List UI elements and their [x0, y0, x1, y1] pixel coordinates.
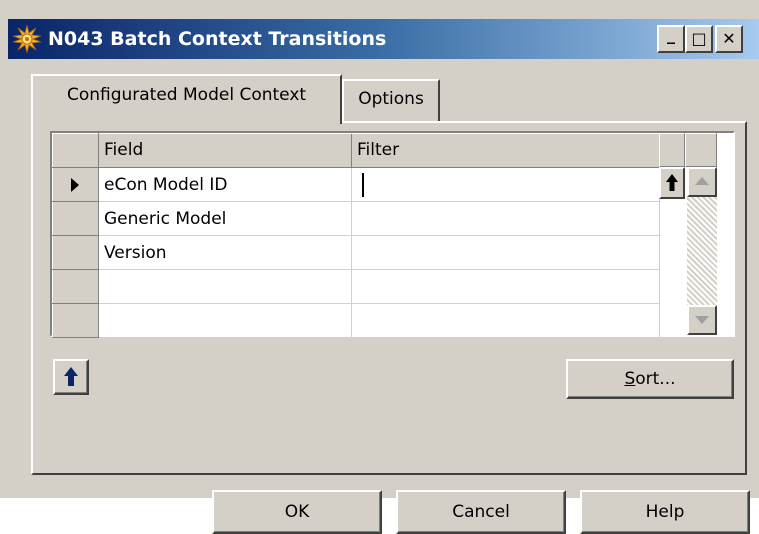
field-cell[interactable]: [98, 303, 352, 338]
tab-label: Options: [358, 89, 424, 109]
text-caret: [362, 173, 364, 197]
sort-mnemonic: S: [624, 369, 636, 389]
current-row-pointer-icon: [71, 178, 79, 192]
gear-burst-icon: [12, 24, 42, 54]
field-cell[interactable]: Version: [98, 235, 352, 270]
grid-header-row: Field Filter: [52, 133, 660, 168]
ok-button[interactable]: OK: [212, 490, 382, 534]
row-selector[interactable]: [52, 167, 99, 202]
cancel-button[interactable]: Cancel: [396, 490, 566, 534]
sort-label: ort...: [635, 369, 676, 389]
field-cell[interactable]: [98, 269, 352, 304]
filter-cell[interactable]: [351, 303, 660, 338]
column-header-field[interactable]: Field: [98, 133, 352, 168]
help-label: Help: [645, 502, 685, 522]
tab-options[interactable]: Options: [342, 79, 440, 121]
table-row[interactable]: Version: [52, 235, 660, 270]
column-header-filter[interactable]: Filter: [351, 133, 660, 168]
dialog-body: Configurated Model Context Options Field…: [8, 59, 759, 534]
scroll-up-icon: [695, 177, 709, 185]
maximize-icon: □: [691, 29, 707, 48]
lookup-button[interactable]: [659, 167, 685, 199]
row-selector[interactable]: [52, 201, 99, 236]
row-selector[interactable]: [52, 303, 99, 338]
minimize-button[interactable]: _: [657, 25, 685, 53]
scroll-down-icon: [695, 316, 709, 324]
close-icon: ✕: [722, 29, 736, 48]
help-button[interactable]: Help: [580, 490, 750, 534]
cancel-label: Cancel: [452, 502, 510, 522]
vertical-scrollbar[interactable]: [687, 167, 717, 335]
minimize-icon: _: [667, 25, 675, 44]
sort-button[interactable]: Sort...: [566, 359, 734, 399]
filter-cell[interactable]: [351, 201, 660, 236]
header-corner-right: [685, 133, 717, 167]
ok-label: OK: [284, 502, 310, 522]
filter-cell[interactable]: [351, 269, 660, 304]
arrow-up-icon: [666, 174, 678, 191]
close-button[interactable]: ✕: [715, 25, 743, 53]
filter-grid[interactable]: Field Filter eCon Model ID Generic Model…: [50, 131, 735, 338]
window-title: N043 Batch Context Transitions: [48, 28, 387, 50]
table-row[interactable]: [52, 269, 660, 304]
title-bar[interactable]: N043 Batch Context Transitions _ □ ✕: [8, 19, 759, 59]
tab-label: Configurated Model Context: [66, 85, 307, 105]
table-row[interactable]: Generic Model: [52, 201, 660, 236]
header-blank: [659, 133, 685, 167]
scroll-up-button[interactable]: [687, 167, 717, 197]
row-selector[interactable]: [52, 235, 99, 270]
move-up-button[interactable]: [53, 359, 89, 395]
tab-configurated-model-context[interactable]: Configurated Model Context: [31, 74, 342, 124]
grid-table: Field Filter eCon Model ID Generic Model…: [52, 133, 660, 338]
header-corner: [52, 133, 99, 168]
filter-cell[interactable]: [351, 235, 660, 270]
arrow-up-icon: [64, 367, 78, 386]
field-cell[interactable]: Generic Model: [98, 201, 352, 236]
scroll-down-button[interactable]: [687, 305, 717, 335]
filter-cell-active[interactable]: [351, 167, 660, 202]
table-row[interactable]: [52, 303, 660, 338]
dialog-window: N043 Batch Context Transitions _ □ ✕ Con…: [0, 0, 759, 534]
row-selector[interactable]: [52, 269, 99, 304]
field-cell[interactable]: eCon Model ID: [98, 167, 352, 202]
table-row[interactable]: eCon Model ID: [52, 167, 660, 202]
maximize-button[interactable]: □: [685, 25, 713, 53]
